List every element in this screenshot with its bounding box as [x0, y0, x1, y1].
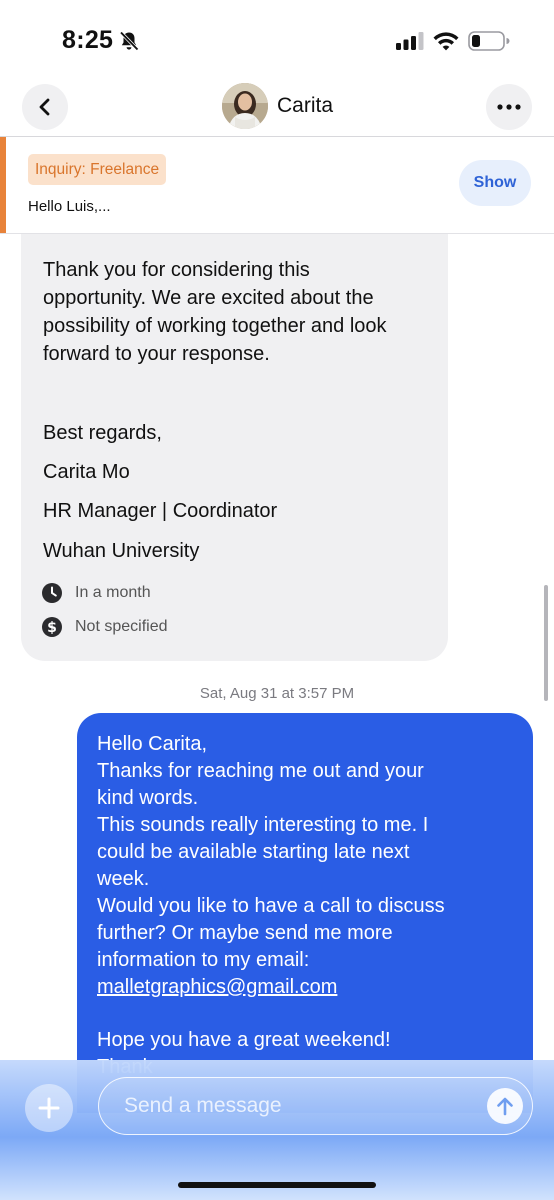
timeline-row: In a month	[41, 581, 151, 605]
message-text-line: forward to your response.	[43, 343, 270, 365]
message-text-line: Hope you have a great weekend!	[97, 1029, 391, 1051]
plus-icon	[38, 1097, 60, 1119]
sender-title: HR Manager | Coordinator	[43, 500, 278, 522]
avatar-photo	[222, 83, 268, 129]
send-button[interactable]	[487, 1088, 523, 1124]
status-time: 8:25	[62, 26, 114, 54]
status-bar: 8:25	[0, 0, 554, 80]
timeline-text: In a month	[75, 584, 151, 601]
clock-icon	[42, 583, 62, 603]
message-text-line: further? Or maybe send me more	[97, 922, 393, 944]
inquiry-banner[interactable]: Inquiry: Freelance Hello Luis,... Show	[0, 137, 554, 233]
message-timestamp: Sat, Aug 31 at 3:57 PM	[199, 685, 355, 702]
inquiry-accent-bar	[0, 137, 6, 233]
incoming-message-bubble[interactable]: Thank you for considering this opportuni…	[21, 234, 448, 661]
avatar[interactable]	[222, 83, 268, 129]
more-options-button[interactable]	[486, 84, 532, 130]
scrollbar[interactable]	[544, 585, 548, 701]
show-button[interactable]: Show	[459, 160, 531, 206]
message-text-line: Would you like to have a call to discuss	[97, 895, 445, 917]
outgoing-message-bubble[interactable]: Hello Carita, Thanks for reaching me out…	[77, 713, 533, 1113]
message-text-line: possibility of working together and look	[43, 315, 387, 337]
arrow-up-icon	[497, 1097, 513, 1116]
wifi-icon	[433, 32, 459, 51]
message-text-line: kind words.	[97, 787, 199, 809]
inquiry-type-badge: Inquiry: Freelance	[28, 154, 167, 185]
message-text-line: opportunity. We are excited about the	[43, 287, 374, 309]
message-text-line: This sounds really interesting to me. I	[97, 814, 429, 836]
conversation-header: Carita	[0, 80, 554, 136]
budget-text: Not specified	[75, 618, 168, 635]
message-text-line: information to my email:	[97, 949, 310, 971]
dollar-icon: $	[42, 617, 62, 637]
message-text-line: Hello Carita,	[97, 733, 208, 755]
back-button[interactable]	[22, 84, 68, 130]
message-text-line: Thank you for considering this	[43, 259, 310, 281]
message-text-line: could be available starting late next	[97, 841, 410, 863]
cellular-signal-icon	[396, 32, 424, 50]
budget-row: $ Not specified	[41, 615, 168, 639]
message-closing: Best regards,	[43, 422, 162, 444]
message-field[interactable]	[98, 1077, 533, 1135]
chevron-left-icon	[39, 98, 50, 116]
battery-icon	[468, 31, 510, 51]
message-input[interactable]	[124, 1078, 464, 1133]
message-composer	[0, 1060, 554, 1200]
home-indicator	[178, 1182, 376, 1188]
bell-slash-icon	[119, 31, 139, 51]
add-attachment-button[interactable]	[25, 1084, 73, 1132]
sender-organization: Wuhan University	[43, 540, 200, 562]
inquiry-preview: Hello Luis,...	[28, 198, 111, 215]
message-text-line: Thanks for reaching me out and your	[97, 760, 424, 782]
message-text-line: week.	[97, 868, 150, 890]
contact-name[interactable]: Carita	[277, 94, 333, 118]
more-horizontal-icon	[497, 104, 521, 110]
sender-name: Carita Mo	[43, 461, 130, 483]
email-link[interactable]: malletgraphics@gmail.com	[97, 974, 337, 1001]
svg-text:$: $	[47, 620, 57, 636]
